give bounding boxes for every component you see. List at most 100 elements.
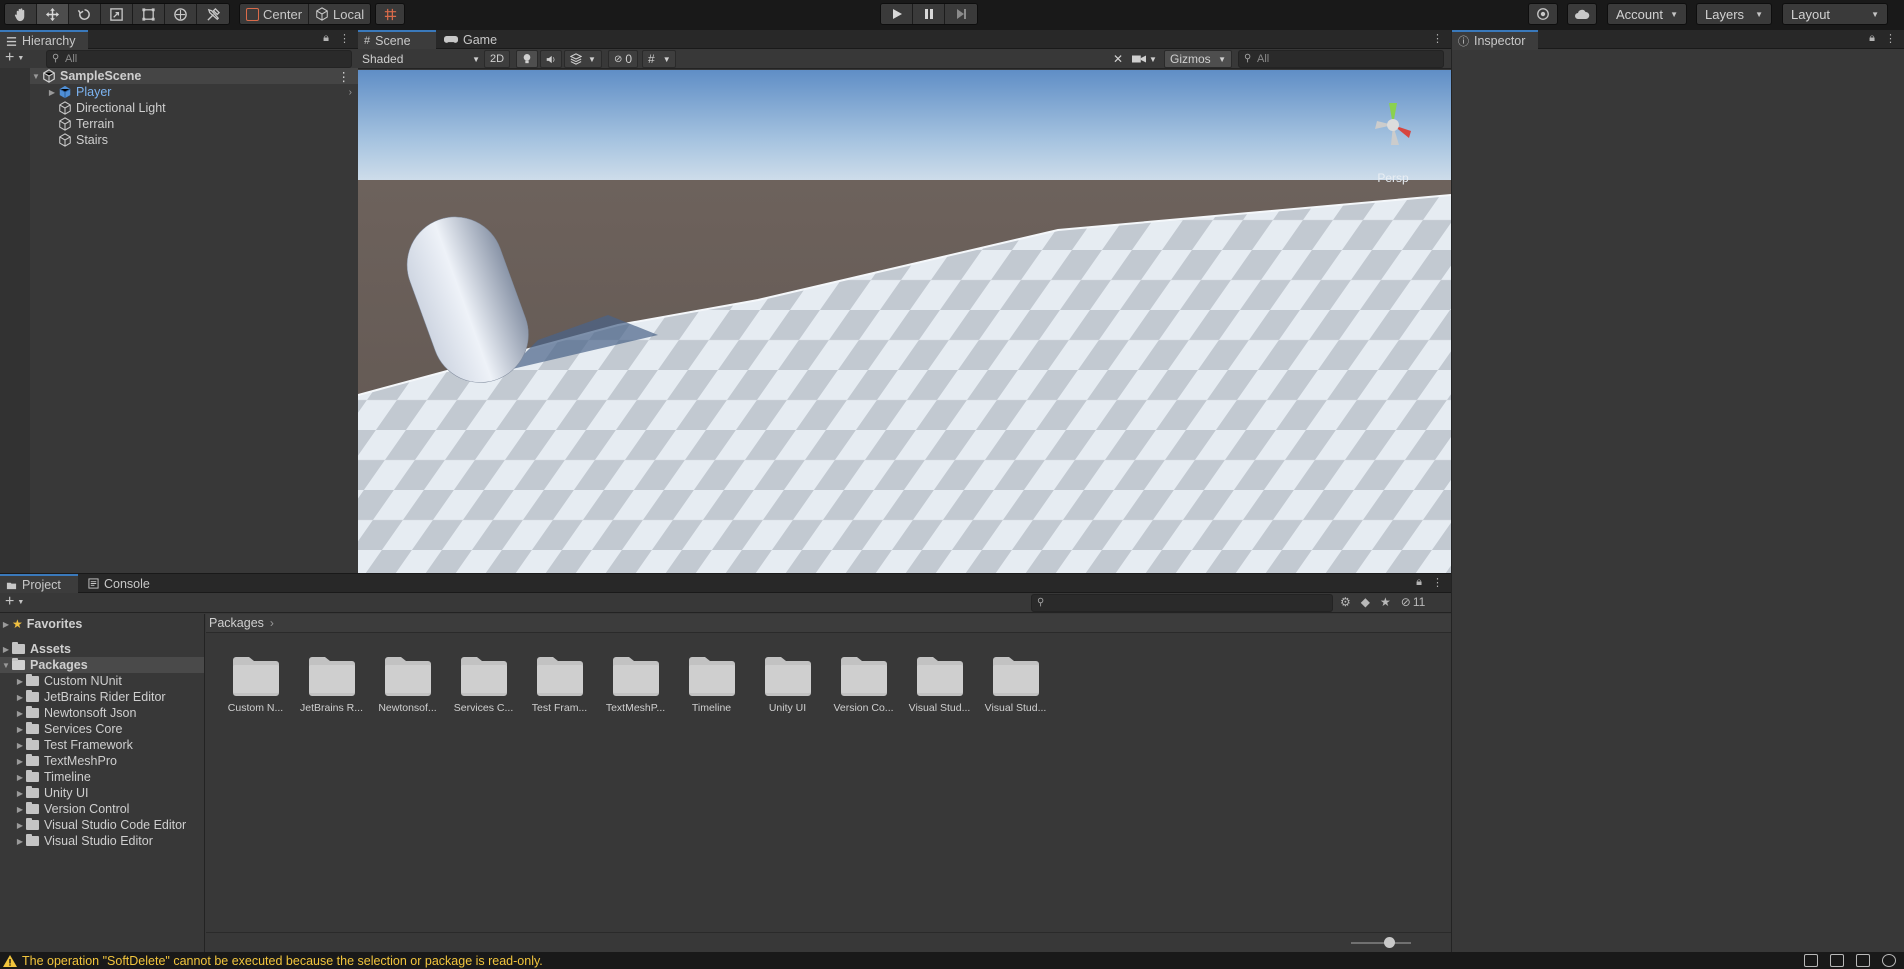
- tree-package-item[interactable]: ▶ Unity UI: [14, 785, 204, 801]
- persp-label[interactable]: Persp: [1377, 171, 1409, 185]
- package-folder-item[interactable]: Custom N...: [218, 654, 293, 724]
- grid-snapping-button[interactable]: [376, 4, 404, 24]
- gizmos-dropdown[interactable]: Gizmos ▼: [1164, 50, 1232, 68]
- toggle-2d-button[interactable]: 2D: [484, 50, 510, 68]
- lighting-toggle[interactable]: [516, 50, 538, 68]
- tab-project[interactable]: Project: [0, 574, 78, 594]
- chevron-right-icon[interactable]: ›: [349, 87, 352, 98]
- expand-arrow-icon[interactable]: ▶: [0, 645, 12, 654]
- scale-tool-button[interactable]: [101, 4, 133, 24]
- project-create-button[interactable]: + ▼: [5, 593, 24, 611]
- favorite-star-icon[interactable]: ★: [1380, 595, 1391, 609]
- more-menu-icon[interactable]: ⋮: [338, 69, 351, 84]
- rect-tool-button[interactable]: [133, 4, 165, 24]
- tab-console[interactable]: Console: [82, 574, 158, 593]
- cache-icon[interactable]: [1856, 954, 1870, 967]
- more-menu-icon[interactable]: ⋮: [1432, 32, 1443, 45]
- play-button[interactable]: [881, 4, 913, 24]
- pause-button[interactable]: [913, 4, 945, 24]
- search-by-label-icon[interactable]: ◆: [1361, 595, 1370, 609]
- expand-arrow-icon[interactable]: ▼: [30, 72, 42, 81]
- hidden-packages-toggle[interactable]: ⊘ 11: [1401, 595, 1426, 609]
- tree-item-assets[interactable]: ▶ Assets: [0, 641, 204, 657]
- expand-arrow-icon[interactable]: ▶: [14, 725, 26, 734]
- database-icon[interactable]: [1830, 954, 1844, 967]
- tab-scene[interactable]: # Scene: [358, 30, 436, 50]
- expand-arrow-icon[interactable]: ▶: [14, 677, 26, 686]
- more-menu-icon[interactable]: ⋮: [339, 32, 350, 45]
- cloud-button[interactable]: [1567, 3, 1597, 25]
- layout-dropdown[interactable]: Layout ▼: [1782, 3, 1888, 25]
- package-folder-item[interactable]: JetBrains R...: [294, 654, 369, 724]
- lock-icon[interactable]: 🔒︎: [1869, 32, 1875, 45]
- check-icon[interactable]: [1882, 954, 1896, 967]
- collab-button[interactable]: [1528, 3, 1558, 25]
- tree-package-item[interactable]: ▶ Services Core: [14, 721, 204, 737]
- grid-dropdown[interactable]: # ▼: [642, 50, 676, 68]
- expand-arrow-icon[interactable]: ▶: [14, 709, 26, 718]
- expand-arrow-icon[interactable]: ▶: [0, 620, 12, 629]
- tree-item-packages[interactable]: ▼ Packages: [0, 657, 204, 673]
- transform-tool-button[interactable]: [165, 4, 197, 24]
- more-menu-icon[interactable]: ⋮: [1432, 576, 1443, 589]
- expand-arrow-icon[interactable]: ▶: [46, 88, 58, 97]
- tree-package-item[interactable]: ▶ Test Framework: [14, 737, 204, 753]
- tree-package-item[interactable]: ▶ JetBrains Rider Editor: [14, 689, 204, 705]
- tab-inspector[interactable]: ⓘ Inspector: [1452, 30, 1538, 50]
- hand-tool-button[interactable]: [5, 4, 37, 24]
- tools-toggle[interactable]: ✕: [1108, 50, 1128, 68]
- hierarchy-item-terrain[interactable]: Terrain: [58, 116, 114, 132]
- icon-size-slider-track[interactable]: [1351, 942, 1411, 944]
- tree-package-item[interactable]: ▶ Visual Studio Editor: [14, 833, 204, 849]
- hierarchy-item-player[interactable]: ▶ Player ›: [46, 84, 358, 100]
- expand-arrow-icon[interactable]: ▼: [0, 661, 12, 670]
- package-folder-item[interactable]: Services C...: [446, 654, 521, 724]
- package-folder-item[interactable]: Test Fram...: [522, 654, 597, 724]
- expand-arrow-icon[interactable]: ▶: [14, 757, 26, 766]
- tab-hierarchy[interactable]: Hierarchy: [0, 30, 88, 50]
- rotate-tool-button[interactable]: [69, 4, 101, 24]
- package-folder-item[interactable]: Unity UI: [750, 654, 825, 724]
- package-folder-item[interactable]: Version Co...: [826, 654, 901, 724]
- hierarchy-item-stairs[interactable]: Stairs: [58, 132, 108, 148]
- icon-size-slider-knob[interactable]: [1384, 937, 1395, 948]
- hierarchy-search-input[interactable]: ⚲ All: [46, 50, 352, 68]
- expand-arrow-icon[interactable]: ▶: [14, 789, 26, 798]
- search-by-type-icon[interactable]: ⚙: [1340, 595, 1351, 609]
- scene-search-input[interactable]: ⚲ All: [1238, 50, 1444, 68]
- more-menu-icon[interactable]: ⋮: [1885, 32, 1896, 45]
- pivot-mode-button[interactable]: Center: [240, 4, 310, 24]
- tree-package-item[interactable]: ▶ Newtonsoft Json: [14, 705, 204, 721]
- tree-package-item[interactable]: ▶ Visual Studio Code Editor: [14, 817, 204, 833]
- create-button[interactable]: + ▼: [5, 49, 24, 67]
- tree-package-item[interactable]: ▶ Version Control: [14, 801, 204, 817]
- expand-arrow-icon[interactable]: ▶: [14, 837, 26, 846]
- expand-arrow-icon[interactable]: ▶: [14, 693, 26, 702]
- expand-arrow-icon[interactable]: ▶: [14, 773, 26, 782]
- shading-mode-dropdown[interactable]: Shaded ▼: [362, 50, 480, 68]
- lock-icon[interactable]: 🔒︎: [1416, 576, 1422, 589]
- effects-dropdown[interactable]: ▼: [564, 50, 602, 68]
- tab-game[interactable]: Game: [438, 30, 505, 49]
- package-folder-item[interactable]: Visual Stud...: [902, 654, 977, 724]
- scene-viewport[interactable]: Persp: [358, 70, 1451, 573]
- account-dropdown[interactable]: Account ▼: [1607, 3, 1687, 25]
- expand-arrow-icon[interactable]: ▶: [14, 821, 26, 830]
- tree-package-item[interactable]: ▶ Custom NUnit: [14, 673, 204, 689]
- audio-toggle[interactable]: [540, 50, 562, 68]
- project-search-input[interactable]: ⚲: [1031, 594, 1333, 612]
- hierarchy-item-directional-light[interactable]: Directional Light: [58, 100, 166, 116]
- package-folder-item[interactable]: TextMeshP...: [598, 654, 673, 724]
- tree-item-favorites[interactable]: ▶ ★ Favorites: [0, 616, 204, 632]
- camera-dropdown[interactable]: ▼: [1132, 50, 1160, 68]
- breadcrumb-packages[interactable]: Packages: [209, 616, 264, 630]
- package-folder-item[interactable]: Newtonsof...: [370, 654, 445, 724]
- layers-dropdown[interactable]: Layers ▼: [1696, 3, 1772, 25]
- tree-package-item[interactable]: ▶ Timeline: [14, 769, 204, 785]
- package-folder-item[interactable]: Visual Stud...: [978, 654, 1053, 724]
- status-message[interactable]: The operation "SoftDelete" cannot be exe…: [22, 954, 543, 968]
- custom-tool-button[interactable]: [197, 4, 229, 24]
- lock-icon[interactable]: 🔒︎: [323, 32, 329, 45]
- scene-root-row[interactable]: ▼ SampleScene ⋮: [30, 68, 358, 84]
- expand-arrow-icon[interactable]: ▶: [14, 741, 26, 750]
